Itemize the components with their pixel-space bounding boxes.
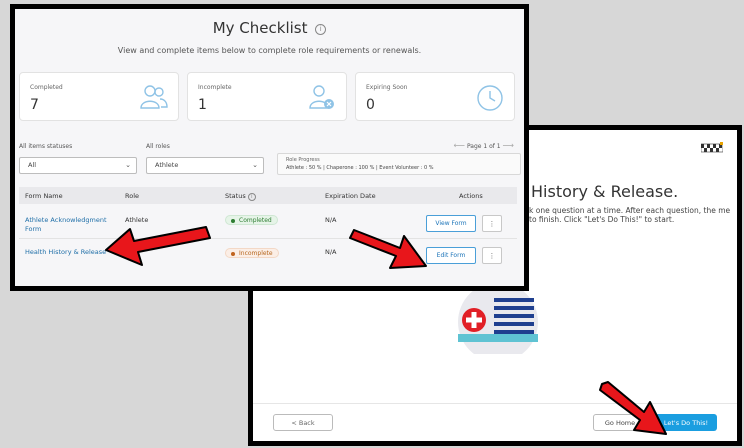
role-filter-label: All roles: [146, 143, 170, 150]
card-value: 0: [366, 97, 375, 113]
form-name-link[interactable]: Athlete Acknowledgment: [25, 216, 107, 224]
info-icon[interactable]: i: [315, 24, 327, 35]
pagination: ⟵ Page 1 of 1 ⟶: [454, 141, 514, 150]
card-label: Incomplete: [198, 84, 232, 91]
clock-icon: [477, 85, 503, 111]
completed-card: Completed 7: [19, 72, 179, 121]
status-filter-select[interactable]: All ⌄: [19, 157, 137, 174]
form-name-link[interactable]: Health History & Release: [25, 248, 106, 256]
arrow-to-lets-do-this-icon: [599, 381, 667, 435]
back-button[interactable]: < Back: [273, 414, 333, 431]
view-form-button[interactable]: View Form: [426, 215, 476, 232]
column-header-actions: Actions: [459, 192, 483, 200]
wizard-description: k one question at a time. After each que…: [529, 206, 731, 224]
card-value: 7: [30, 97, 39, 113]
form-name-link-cont[interactable]: Form: [25, 225, 41, 233]
column-header-status-text: Status: [225, 192, 246, 200]
role-progress-values: Athlete : 50 % | Chaperone : 100 % | Eve…: [286, 165, 434, 171]
column-header-form-name: Form Name: [25, 192, 63, 200]
arrow-to-edit-form-icon: [349, 229, 427, 269]
health-form-icon: [458, 282, 538, 354]
expiration-cell: N/A: [325, 248, 337, 256]
page-title: My Checklist i: [15, 19, 524, 37]
expiring-soon-card: Expiring Soon 0: [355, 72, 515, 121]
chevron-down-icon: ⌄: [252, 161, 258, 169]
role-filter-select[interactable]: Athlete ⌄: [146, 157, 264, 174]
next-page-icon[interactable]: ⟶: [503, 141, 514, 150]
column-header-status: Status i: [225, 192, 256, 201]
edit-form-button[interactable]: Edit Form: [426, 247, 476, 264]
prev-page-icon[interactable]: ⟵: [454, 141, 465, 150]
page-indicator: Page 1 of 1: [466, 143, 501, 150]
wizard-title: History & Release.: [531, 182, 679, 201]
checkered-flag-icon: [701, 142, 723, 153]
chevron-down-icon: ⌄: [125, 161, 131, 169]
card-label: Expiring Soon: [366, 84, 408, 91]
info-icon[interactable]: i: [247, 193, 256, 201]
arrow-to-health-form-icon: [105, 226, 211, 266]
more-options-button[interactable]: ⋮: [482, 215, 502, 232]
people-icon: [140, 85, 168, 109]
column-header-expiration-date: Expiration Date: [325, 192, 376, 200]
table-header: Form Name Role Status i Expiration Date …: [19, 187, 517, 204]
card-value: 1: [198, 97, 207, 113]
checklist-panel: My Checklist i View and complete items b…: [15, 9, 524, 286]
status-badge: Incomplete: [225, 248, 279, 258]
incomplete-card: Incomplete 1: [187, 72, 347, 121]
status-filter-label: All items statuses: [19, 143, 73, 150]
more-options-button[interactable]: ⋮: [482, 247, 502, 264]
page-subtitle: View and complete items below to complet…: [117, 46, 422, 55]
role-progress-title: Role Progress: [286, 157, 320, 163]
status-badge: Completed: [225, 215, 278, 225]
user-x-icon: [309, 85, 334, 109]
card-label: Completed: [30, 84, 63, 91]
expiration-cell: N/A: [325, 216, 337, 224]
role-progress-box: Role Progress Athlete : 50 % | Chaperone…: [277, 153, 521, 175]
column-header-role: Role: [125, 192, 140, 200]
status-filter-value: All: [28, 161, 37, 169]
page-title-text: My Checklist: [212, 19, 308, 37]
row-divider: [19, 238, 517, 239]
checklist-window: My Checklist i View and complete items b…: [10, 4, 529, 291]
role-filter-value: Athlete: [155, 161, 179, 169]
